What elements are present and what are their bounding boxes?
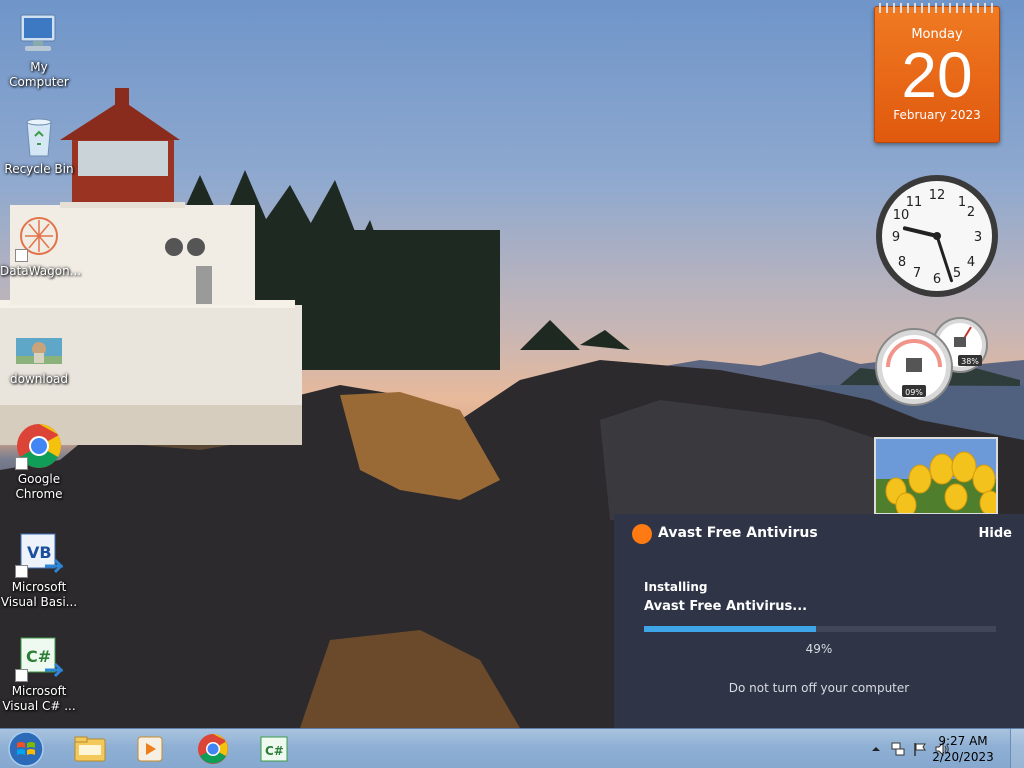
svg-text:2: 2: [967, 205, 975, 220]
svg-text:11: 11: [906, 195, 923, 210]
svg-text:8: 8: [898, 255, 906, 270]
hide-button[interactable]: Hide: [979, 526, 1012, 541]
tulips-image: [876, 439, 996, 513]
start-button[interactable]: [6, 730, 46, 768]
taskbar-media-player[interactable]: [130, 731, 170, 767]
calendar-day: 20: [901, 39, 973, 111]
action-center-flag-icon[interactable]: [912, 741, 928, 757]
svg-text:4: 4: [967, 255, 975, 270]
taskbar-clock[interactable]: 9:27 AM 2/20/2023: [928, 733, 998, 765]
cpu-meter-value: 09%: [905, 388, 923, 397]
desktop-icon-label: DataWagon...: [0, 264, 82, 278]
taskbar: C# 9:27 AM 2/20/2023: [0, 728, 1024, 768]
recycle-bin-icon: [15, 112, 63, 160]
visual-csharp-icon: C#: [260, 736, 288, 762]
install-stage: Installing: [644, 580, 708, 594]
desktop-icon-label: Recycle Bin: [4, 162, 74, 176]
svg-text:6: 6: [933, 272, 941, 287]
media-player-icon: [137, 736, 163, 762]
svg-text:9: 9: [892, 230, 900, 245]
shortcut-arrow-icon: [15, 249, 28, 262]
show-desktop-button[interactable]: [1010, 729, 1024, 768]
cpu-meter-gadget[interactable]: 38% 09%: [874, 315, 1000, 407]
taskbar-date: 2/20/2023: [932, 750, 994, 764]
shortcut-arrow-icon: [15, 669, 28, 682]
desktop-icon-label: download: [9, 372, 69, 386]
svg-text:10: 10: [893, 208, 910, 223]
progress-percent: 49%: [805, 642, 833, 656]
chrome-icon: [15, 422, 63, 470]
computer-icon: [15, 10, 63, 58]
desktop-icon-label: Google Chrome: [15, 472, 63, 501]
windows-logo-icon: [8, 731, 44, 767]
desktop-icon-download[interactable]: download: [0, 336, 78, 387]
install-note: Do not turn off your computer: [728, 681, 910, 695]
calendar-month: February 2023: [893, 108, 981, 122]
shortcut-arrow-icon: [15, 457, 28, 470]
progress-bar: [644, 626, 996, 632]
desktop-icon-my-computer[interactable]: My Computer: [0, 10, 78, 90]
progress-bar-fill: [644, 626, 817, 632]
svg-text:C#: C#: [26, 647, 51, 666]
calendar-rings: [879, 3, 997, 13]
taskbar-file-explorer[interactable]: [70, 731, 110, 767]
datawagon-icon: [15, 214, 63, 262]
taskbar-google-chrome[interactable]: [193, 731, 233, 767]
shortcut-arrow-icon: [15, 565, 28, 578]
svg-text:12: 12: [929, 188, 946, 203]
folder-icon: [74, 736, 106, 762]
clock-gadget[interactable]: 121. 234 567 891011: [874, 173, 1000, 299]
desktop: My Computer Recycle Bin DataWagon... dow…: [0, 0, 1024, 728]
chrome-icon: [198, 734, 228, 764]
network-icon[interactable]: [890, 741, 906, 757]
image-file-icon: [15, 336, 63, 370]
desktop-icon-label: Microsoft Visual C# ...: [2, 684, 76, 713]
taskbar-time: 9:27 AM: [938, 734, 988, 748]
desktop-icon-datawagon[interactable]: DataWagon...: [0, 214, 82, 279]
avast-install-notification: Avast Free Antivirus Hide Installing Ava…: [614, 514, 1024, 728]
install-product: Avast Free Antivirus...: [644, 599, 808, 614]
svg-text:C#: C#: [265, 744, 284, 758]
svg-text:VB: VB: [27, 543, 52, 562]
desktop-icon-visual-csharp[interactable]: C# Microsoft Visual C# ...: [0, 634, 78, 714]
desktop-icon-label: Microsoft Visual Basi...: [0, 580, 78, 609]
svg-text:1: 1: [958, 195, 966, 210]
svg-text:7: 7: [913, 266, 921, 281]
memory-meter-value: 38%: [961, 357, 979, 366]
system-tray: 9:27 AM 2/20/2023: [824, 729, 1024, 768]
visual-csharp-icon: C#: [15, 634, 65, 682]
slideshow-gadget[interactable]: [874, 437, 998, 515]
svg-text:3: 3: [974, 230, 982, 245]
show-hidden-icons-icon[interactable]: [868, 741, 884, 757]
visual-basic-icon: VB: [15, 530, 65, 578]
desktop-icon-label: My Computer: [9, 60, 69, 89]
avast-logo-icon: [632, 524, 652, 544]
desktop-icon-google-chrome[interactable]: Google Chrome: [0, 422, 78, 502]
desktop-icon-visual-basic[interactable]: VB Microsoft Visual Basi...: [0, 530, 78, 610]
svg-text:5: 5: [953, 266, 961, 281]
avast-title: Avast Free Antivirus: [658, 525, 818, 541]
taskbar-visual-csharp[interactable]: C#: [255, 731, 295, 767]
desktop-icon-recycle-bin[interactable]: Recycle Bin: [0, 112, 78, 177]
calendar-gadget[interactable]: Monday 20 February 2023: [874, 3, 1000, 143]
